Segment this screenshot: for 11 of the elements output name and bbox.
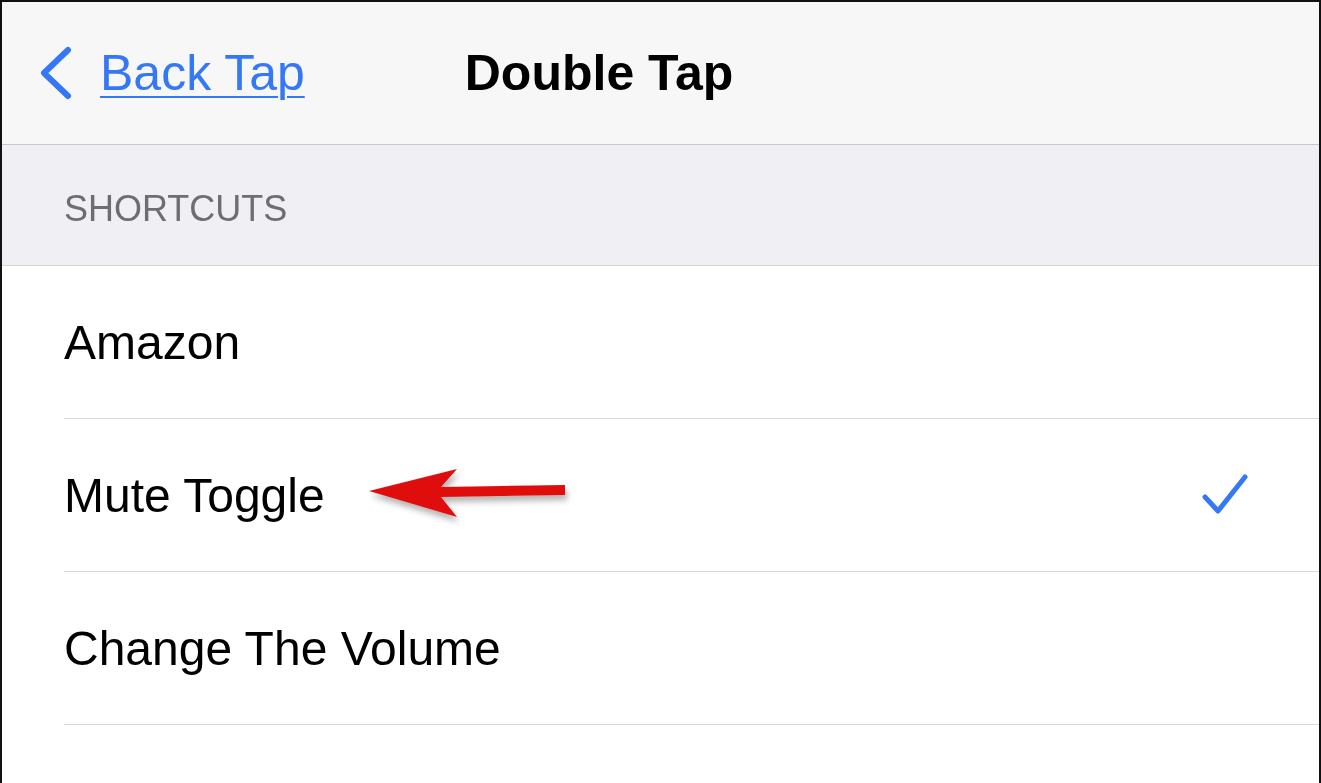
list-row[interactable]: Amazon [64, 266, 1319, 419]
row-label: Amazon [64, 314, 241, 370]
row-label: Change The Volume [64, 620, 501, 676]
list-row[interactable]: Change The Volume [64, 572, 1319, 725]
chevron-left-icon [38, 46, 72, 100]
list-row[interactable]: Mute Toggle [64, 419, 1319, 572]
nav-title: Double Tap [464, 44, 734, 102]
section-header: SHORTCUTS [64, 188, 288, 230]
back-link[interactable]: Back Tap [38, 44, 305, 102]
checkmark-icon [1201, 473, 1249, 517]
row-label: Mute Toggle [64, 467, 325, 523]
